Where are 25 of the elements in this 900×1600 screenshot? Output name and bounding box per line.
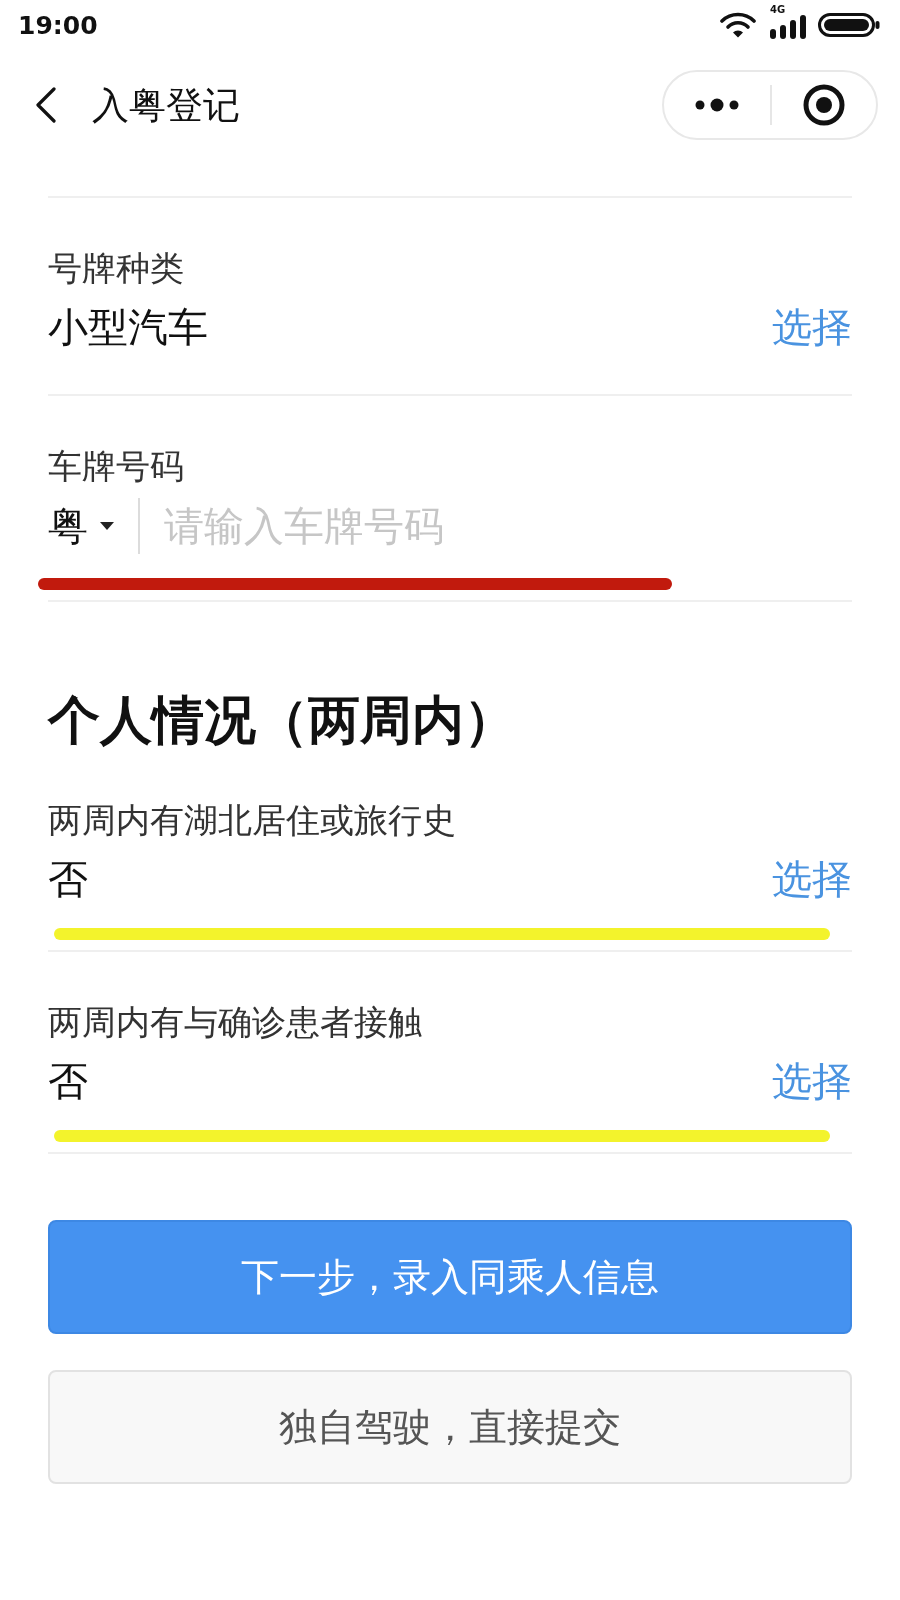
select-link[interactable]: 选择 — [772, 854, 852, 904]
field-label: 号牌种类 — [48, 248, 184, 288]
back-icon — [35, 87, 57, 123]
plate-input-field[interactable]: 请输入车牌号码 — [164, 498, 852, 554]
field-label: 两周内有湖北居住或旅行史 — [48, 800, 456, 840]
select-link[interactable]: 选择 — [772, 1056, 852, 1106]
page-title: 入粤登记 — [92, 86, 240, 124]
section-heading: 个人情况（两周内） — [48, 690, 516, 750]
circle-dot-icon — [803, 84, 845, 126]
province-dropdown[interactable]: 粤 — [48, 501, 114, 551]
signal-icon — [770, 15, 808, 39]
more-icon — [695, 98, 739, 112]
network-label: 4G — [770, 5, 786, 15]
field-value: 否 — [48, 1057, 88, 1106]
field-label: 车牌号码 — [48, 446, 184, 486]
field-value: 小型汽车 — [48, 303, 208, 352]
select-link[interactable]: 选择 — [772, 302, 852, 352]
status-time: 19:00 — [18, 12, 98, 38]
caret-icon — [100, 522, 114, 530]
field-value: 否 — [48, 855, 88, 904]
battery-icon — [818, 13, 880, 37]
submit-button[interactable]: 独自驾驶，直接提交 — [48, 1370, 852, 1484]
wifi-icon — [720, 12, 756, 38]
next-step-button[interactable]: 下一步，录入同乘人信息 — [48, 1220, 852, 1334]
field-label: 两周内有与确诊患者接触 — [48, 1002, 422, 1042]
